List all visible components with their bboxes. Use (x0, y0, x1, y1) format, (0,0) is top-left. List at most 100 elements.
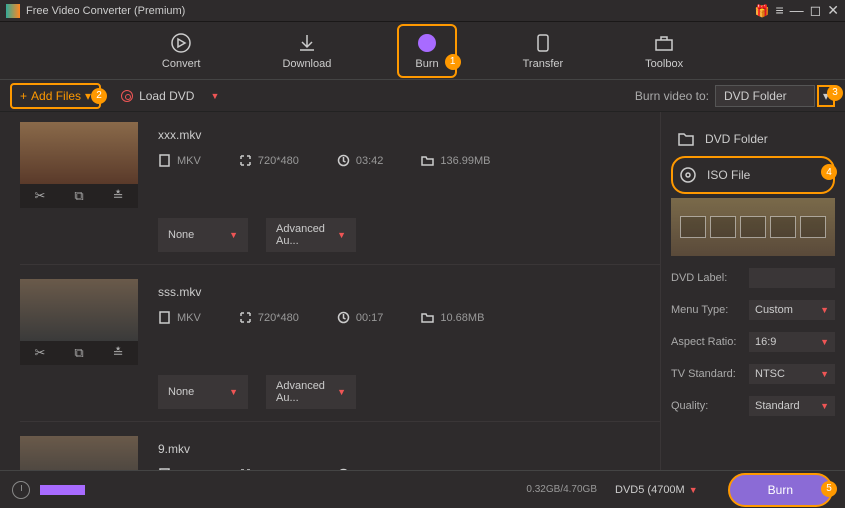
load-dvd-button[interactable]: Load DVD ▼ (121, 89, 219, 103)
clock-icon (337, 468, 350, 470)
folder-icon (421, 154, 434, 167)
chevron-down-icon: ▼ (820, 369, 829, 379)
transfer-icon (532, 32, 554, 54)
chevron-down-icon: ▼ (689, 485, 698, 495)
dvd-label-input[interactable] (749, 268, 835, 288)
cut-icon[interactable]: ✂ (34, 188, 45, 204)
effects-icon[interactable]: ≛ (113, 345, 124, 361)
tab-convert[interactable]: Convert (146, 26, 217, 76)
clock-icon[interactable] (12, 481, 30, 499)
video-thumbnail (20, 436, 138, 470)
resolution-value: 720*480 (258, 469, 299, 471)
template-slot (740, 216, 766, 238)
dest-dvd-folder[interactable]: DVD Folder (671, 122, 835, 156)
plus-icon: + (20, 89, 27, 103)
template-slot (800, 216, 826, 238)
list-item: ✂ ⧉ ≛ 9.mkv MKV 720*480 04:20 160.68MB (20, 436, 660, 470)
format-value: MKV (177, 155, 201, 167)
maximize-icon[interactable]: ◻ (810, 2, 822, 19)
toolbox-icon (653, 32, 675, 54)
badge-3: 3 (827, 85, 843, 101)
tab-transfer[interactable]: Transfer (507, 26, 580, 76)
audio-select[interactable]: Advanced Au...▼ (266, 375, 356, 409)
aspect-ratio-select[interactable]: 16:9▼ (749, 332, 835, 352)
file-name: xxx.mkv (158, 128, 660, 142)
crop-icon[interactable]: ⧉ (74, 188, 83, 204)
tv-standard-label: TV Standard: (671, 368, 741, 380)
chevron-down-icon: ▼ (820, 305, 829, 315)
badge-2: 2 (91, 88, 107, 104)
window-title: Free Video Converter (Premium) (26, 5, 755, 17)
download-icon (296, 32, 318, 54)
burn-button[interactable]: Burn 5 (728, 473, 833, 507)
dest-iso-file[interactable]: ISO File 4 (671, 156, 835, 194)
crop-icon[interactable]: ⧉ (74, 345, 83, 361)
tv-standard-select[interactable]: NTSC▼ (749, 364, 835, 384)
minimize-icon[interactable]: — (790, 2, 804, 19)
chevron-down-icon: ▼ (229, 387, 238, 397)
dest-label: ISO File (707, 168, 750, 182)
resolution-value: 720*480 (258, 312, 299, 324)
template-slot (680, 216, 706, 238)
chevron-down-icon: ▼ (337, 230, 346, 240)
size-value: 160.68MB (440, 469, 490, 471)
tab-label: Transfer (523, 58, 564, 70)
subtitle-select[interactable]: None▼ (158, 218, 248, 252)
gift-icon[interactable]: 🎁 (755, 4, 770, 18)
effects-icon[interactable]: ≛ (113, 188, 124, 204)
clock-icon (337, 311, 350, 324)
tab-label: Convert (162, 58, 201, 70)
tab-burn[interactable]: Burn 1 (397, 24, 456, 78)
add-files-label: Add Files (31, 89, 81, 103)
format-value: MKV (177, 469, 201, 471)
file-list: ✂ ⧉ ≛ xxx.mkv MKV 720*480 03:42 136.99MB (0, 112, 660, 470)
audio-select[interactable]: Advanced Au...▼ (266, 218, 356, 252)
burn-to-label: Burn video to: (635, 89, 709, 103)
template-slot (710, 216, 736, 238)
destination-dropdown[interactable]: ▾ 3 (817, 85, 835, 107)
chevron-down-icon: ▼ (820, 401, 829, 411)
subtitle-select[interactable]: None▼ (158, 375, 248, 409)
video-thumbnail (20, 279, 138, 341)
video-thumbnail (20, 122, 138, 184)
progress-bar (40, 485, 85, 495)
add-files-button[interactable]: + Add Files ▾ 2 (10, 83, 101, 109)
destination-select[interactable]: DVD Folder (715, 85, 815, 107)
resolution-icon (239, 311, 252, 324)
tab-download[interactable]: Download (266, 26, 347, 76)
cut-icon[interactable]: ✂ (34, 345, 45, 361)
disc-icon (121, 90, 133, 102)
destination-value: DVD Folder (724, 89, 787, 103)
close-icon[interactable]: ✕ (827, 2, 839, 19)
file-icon (158, 311, 171, 324)
tab-label: Toolbox (645, 58, 683, 70)
burn-label: Burn (768, 483, 793, 497)
folder-icon (677, 130, 695, 148)
quality-select[interactable]: Standard▼ (749, 396, 835, 416)
size-value: 10.68MB (440, 312, 484, 324)
dvd-label-label: DVD Label: (671, 272, 741, 284)
size-status: 0.32GB/4.70GB (526, 484, 597, 495)
file-name: 9.mkv (158, 442, 660, 456)
file-icon (158, 154, 171, 167)
resolution-icon (239, 154, 252, 167)
resolution-value: 720*480 (258, 155, 299, 167)
disc-icon (679, 166, 697, 184)
badge-4: 4 (821, 164, 837, 180)
menu-type-select[interactable]: Custom▼ (749, 300, 835, 320)
tab-toolbox[interactable]: Toolbox (629, 26, 699, 76)
size-value: 136.99MB (440, 155, 490, 167)
chevron-down-icon: ▼ (229, 230, 238, 240)
tab-label: Download (282, 58, 331, 70)
load-dvd-label: Load DVD (139, 89, 194, 103)
list-item: ✂ ⧉ ≛ sss.mkv MKV 720*480 00:17 10.68MB (20, 279, 660, 422)
menu-icon[interactable]: ≡ (775, 2, 783, 19)
duration-value: 00:17 (356, 312, 384, 324)
template-preview[interactable] (671, 198, 835, 256)
duration-value: 03:42 (356, 155, 384, 167)
badge-1: 1 (445, 54, 461, 70)
convert-icon (170, 32, 192, 54)
duration-value: 04:20 (356, 469, 384, 471)
disc-type-select[interactable]: DVD5 (4700M ▼ (615, 484, 698, 496)
burn-icon (416, 32, 438, 54)
